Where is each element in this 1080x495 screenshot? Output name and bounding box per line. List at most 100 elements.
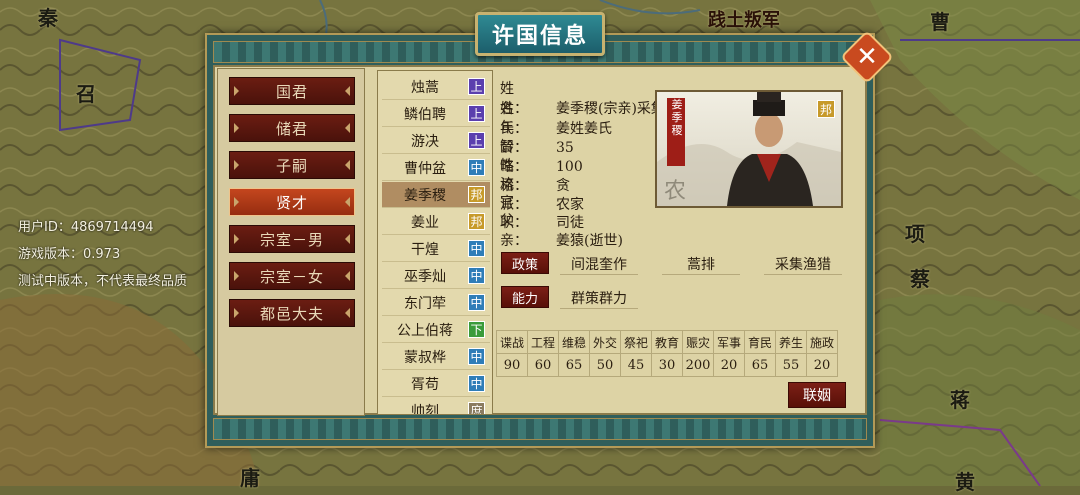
menu-item-clan-female[interactable]: 宗室－女 — [229, 262, 355, 290]
talent-name: 干煌 — [411, 241, 439, 258]
talent-list-item[interactable]: 帅刻 庶 — [382, 398, 490, 415]
stat-value: 20 — [806, 353, 838, 377]
talent-name: 东门荦 — [404, 295, 446, 312]
policy-item-3: 采集渔猎 — [764, 254, 842, 275]
talent-list-item[interactable]: 干煌 中 — [382, 236, 490, 262]
map-label-qin: 秦 — [38, 6, 58, 30]
stat-header: 军事 — [713, 330, 745, 354]
map-label-jiantu: 践土叛军 — [708, 10, 780, 31]
stat-value: 200 — [682, 353, 714, 377]
user-id-text: 用户ID：4869714494 — [18, 220, 154, 235]
menu-item-children[interactable]: 子嗣 — [229, 151, 355, 179]
map-label-cai: 蔡 — [910, 267, 930, 291]
talent-name: 游决 — [411, 133, 439, 150]
stat-header: 育民 — [744, 330, 776, 354]
rank-badge: 中 — [468, 159, 485, 176]
talent-list-item[interactable]: 蒙叔桦 中 — [382, 344, 490, 370]
ability-item-1: 群策群力 — [560, 288, 638, 309]
portrait-school-char: 农 — [664, 179, 686, 204]
talent-name: 烛蒿 — [411, 79, 439, 96]
talent-list-item[interactable]: 烛蒿 上 — [382, 74, 490, 100]
talent-name: 曹仲盆 — [404, 160, 446, 177]
rank-badge: 上 — [468, 105, 485, 122]
version-text: 游戏版本：0.973 — [18, 247, 121, 262]
talent-list-item[interactable]: 鳞伯聘 上 — [382, 101, 490, 127]
map-label-xiang: 项 — [905, 222, 925, 246]
rank-badge: 上 — [468, 132, 485, 149]
stat-header: 祭祀 — [620, 330, 652, 354]
map-label-cao: 曹 — [930, 10, 950, 34]
talent-list-item[interactable]: 巫季灿 中 — [382, 263, 490, 289]
talent-list-item[interactable]: 胥苟 中 — [382, 371, 490, 397]
rank-badge: 上 — [468, 78, 485, 95]
stat-header: 养生 — [775, 330, 807, 354]
test-notice-text: 测试中版本，不代表最终品质 — [18, 274, 188, 289]
rank-badge: 中 — [468, 348, 485, 365]
father-label: 父 亲： — [500, 213, 542, 249]
rank-badge: 中 — [468, 240, 485, 257]
info-father: 父 亲： 姜猿(逝世) — [500, 210, 623, 250]
category-menu: 国君 储君 子嗣 贤才 宗室－男 宗室－女 都邑大夫 — [217, 68, 365, 416]
stat-value: 55 — [775, 353, 807, 377]
talent-name: 公上伯蒋 — [397, 322, 453, 339]
talent-list-item[interactable]: 姜业 邦 — [382, 209, 490, 235]
stats-table: 谍战 工程 维稳 外交 祭祀 教育 赈灾 军事 育民 养生 施政 90 60 65 50 45 30 200 20… — [496, 330, 838, 377]
rank-badge: 邦 — [468, 186, 485, 203]
stat-value: 20 — [713, 353, 745, 377]
policy-item-2: 蒿排 — [662, 254, 740, 275]
panel-bottom-border — [213, 418, 867, 440]
map-label-huang: 黄 — [955, 470, 975, 494]
ability-tag-button[interactable]: 能力 — [501, 286, 549, 308]
talent-name: 胥苟 — [411, 376, 439, 393]
rank-badge: 下 — [468, 321, 485, 338]
talent-name: 帅刻 — [411, 403, 439, 415]
father-value: 姜猿(逝世) — [556, 233, 623, 249]
talent-list[interactable]: 烛蒿上鳞伯聘上游决上曹仲盆中姜季稷邦姜业邦干煌中巫季灿中东门荦中公上伯蒋下蒙叔桦… — [377, 70, 493, 415]
rank-badge: 中 — [468, 294, 485, 311]
menu-item-ruler[interactable]: 国君 — [229, 77, 355, 105]
close-icon: ✕ — [856, 42, 878, 72]
talent-list-item[interactable]: 公上伯蒋下 — [382, 317, 490, 343]
talent-list-item[interactable]: 曹仲盆 中 — [382, 155, 490, 181]
menu-item-heir[interactable]: 储君 — [229, 114, 355, 142]
stat-header: 外交 — [589, 330, 621, 354]
stat-value: 50 — [589, 353, 621, 377]
talent-name: 蒙叔桦 — [404, 349, 446, 366]
stat-value: 30 — [651, 353, 683, 377]
stat-value: 65 — [744, 353, 776, 377]
stat-header: 维稳 — [558, 330, 590, 354]
talent-list-item[interactable]: 游决 上 — [382, 128, 490, 154]
stat-header: 工程 — [527, 330, 559, 354]
marry-button[interactable]: 联姻 — [788, 382, 846, 408]
stat-value: 60 — [527, 353, 559, 377]
panel-title: 许国信息 — [475, 12, 605, 56]
policy-tag-button[interactable]: 政策 — [501, 252, 549, 274]
stats-value-row: 90 60 65 50 45 30 200 20 65 55 20 — [496, 353, 838, 377]
stat-value: 45 — [620, 353, 652, 377]
stat-header: 谍战 — [496, 330, 528, 354]
stats-header-row: 谍战 工程 维稳 外交 祭祀 教育 赈灾 军事 育民 养生 施政 — [496, 330, 838, 354]
map-label-jiang: 蒋 — [950, 388, 970, 412]
talent-list-item[interactable]: 东门荦 中 — [382, 290, 490, 316]
stat-header: 赈灾 — [682, 330, 714, 354]
talent-name: 姜季稷 — [404, 187, 446, 204]
rank-badge: 中 — [468, 375, 485, 392]
menu-item-city-officials[interactable]: 都邑大夫 — [229, 299, 355, 327]
talent-name: 姜业 — [411, 214, 439, 231]
talent-name: 鳞伯聘 — [404, 106, 446, 123]
rank-badge: 邦 — [468, 213, 485, 230]
map-label-yong: 庸 — [240, 466, 260, 490]
talent-name: 巫季灿 — [404, 268, 446, 285]
rank-badge: 庶 — [468, 402, 485, 414]
stat-header: 教育 — [651, 330, 683, 354]
rank-badge: 中 — [468, 267, 485, 284]
stat-header: 施政 — [806, 330, 838, 354]
stat-value: 90 — [496, 353, 528, 377]
menu-item-clan-male[interactable]: 宗室－男 — [229, 225, 355, 253]
menu-item-talents[interactable]: 贤才 — [229, 188, 355, 216]
stat-value: 65 — [558, 353, 590, 377]
character-portrait: 农 姜季稷 邦 — [655, 90, 843, 208]
policy-item-1: 间混奎作 — [560, 254, 638, 275]
talent-list-item[interactable]: 姜季稷 邦 — [382, 182, 490, 208]
portrait-badge: 邦 — [817, 100, 835, 118]
